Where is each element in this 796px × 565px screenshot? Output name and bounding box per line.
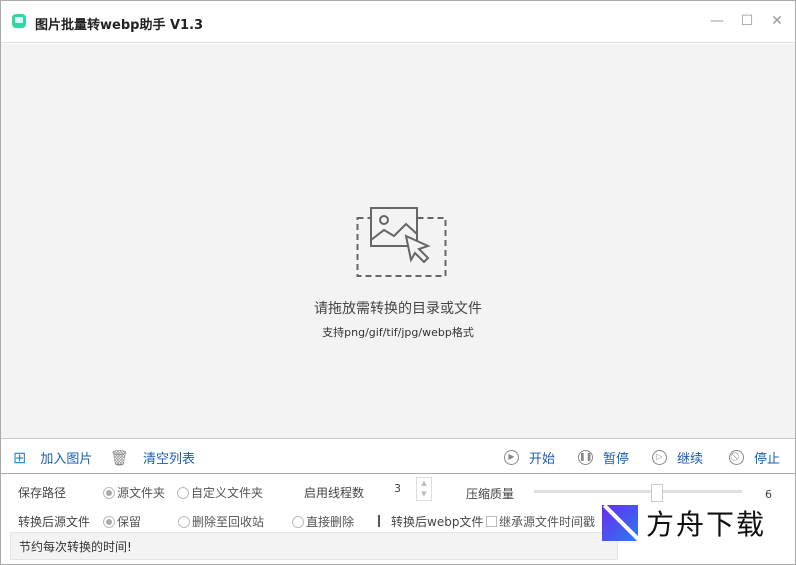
- window-title: 图片批量转webp助手 V1.3: [35, 18, 204, 33]
- status-bar: 节约每次转换的时间!: [10, 532, 618, 560]
- pause-button[interactable]: ❚❚ 暂停: [578, 448, 629, 467]
- radio-keep[interactable]: 保留: [103, 513, 141, 530]
- save-path-label: 保存路径: [18, 486, 67, 500]
- watermark-text: 方舟下载: [646, 508, 767, 541]
- app-icon: [12, 14, 26, 28]
- supported-formats: 支持png/gif/tif/jpg/webp格式: [322, 326, 474, 339]
- watermark-logo: 方舟下载: [602, 503, 766, 543]
- divider: [378, 515, 380, 527]
- radio-recycle[interactable]: 删除至回收站: [178, 513, 264, 530]
- quality-slider[interactable]: [534, 490, 742, 493]
- threads-label: 启用线程数: [304, 486, 365, 500]
- start-button[interactable]: ▶ 开始: [504, 448, 555, 467]
- add-images-label: 加入图片: [40, 452, 93, 467]
- radio-custom-folder[interactable]: 自定义文件夹: [177, 484, 263, 501]
- close-button[interactable]: ✕: [769, 13, 785, 29]
- after-convert-label: 转换后源文件: [18, 515, 91, 529]
- clear-list-label: 清空列表: [143, 452, 196, 467]
- radio-label: 直接删除: [306, 515, 355, 529]
- quality-label: 压缩质量: [466, 487, 515, 501]
- image-drop-icon: [356, 207, 447, 277]
- add-images-button[interactable]: ⊞ 加入图片: [13, 448, 92, 467]
- resume-button[interactable]: ▷ 继续: [652, 448, 703, 467]
- maximize-button[interactable]: ☐: [739, 13, 755, 29]
- stop-icon: ⃠: [729, 450, 744, 465]
- stop-label: 停止: [754, 452, 781, 467]
- threads-stepper[interactable]: ▲ ▼: [416, 477, 432, 501]
- quality-slider-thumb[interactable]: [651, 484, 663, 502]
- stop-button[interactable]: ⃠ 停止: [729, 448, 780, 467]
- minimize-button[interactable]: —: [709, 13, 725, 29]
- radio-label: 源文件夹: [117, 486, 166, 500]
- play-icon: ▶: [504, 450, 519, 465]
- pause-icon: ❚❚: [578, 450, 593, 465]
- start-label: 开始: [529, 452, 556, 467]
- app-window: 图片批量转webp助手 V1.3 — ☐ ✕ 请拖放需转换的目录或文件 支持pn…: [0, 0, 796, 565]
- toolbar: ⊞ 加入图片 🗑 清空列表 ▶ 开始 ❚❚ 暂停 ▷ 继续 ⃠ 停止: [1, 440, 795, 474]
- radio-label: 保留: [117, 515, 142, 529]
- pause-label: 暂停: [603, 452, 630, 467]
- radio-label: 自定义文件夹: [191, 486, 264, 500]
- title-bar: 图片批量转webp助手 V1.3 — ☐ ✕: [1, 1, 795, 43]
- watermark-logo-mark: [602, 505, 638, 541]
- quality-value: 6: [765, 488, 772, 501]
- webp-file-label: 转换后webp文件: [391, 515, 484, 529]
- drop-zone[interactable]: 请拖放需转换的目录或文件 支持png/gif/tif/jpg/webp格式: [1, 44, 795, 439]
- inherit-timestamp-checkbox[interactable]: 继承源文件时间戳: [486, 513, 595, 530]
- add-image-icon: ⊞: [13, 448, 27, 467]
- trash-icon: 🗑: [110, 448, 130, 467]
- drop-hint: 请拖放需转换的目录或文件: [314, 301, 482, 317]
- checkbox-label: 继承源文件时间戳: [499, 515, 596, 529]
- radio-delete[interactable]: 直接删除: [292, 513, 354, 530]
- radio-source-folder[interactable]: 源文件夹: [103, 484, 165, 501]
- threads-value[interactable]: 3: [394, 482, 401, 495]
- resume-icon: ▷: [652, 450, 667, 465]
- resume-label: 继续: [677, 452, 704, 467]
- radio-label: 删除至回收站: [192, 515, 265, 529]
- clear-list-button[interactable]: 🗑 清空列表: [110, 448, 196, 468]
